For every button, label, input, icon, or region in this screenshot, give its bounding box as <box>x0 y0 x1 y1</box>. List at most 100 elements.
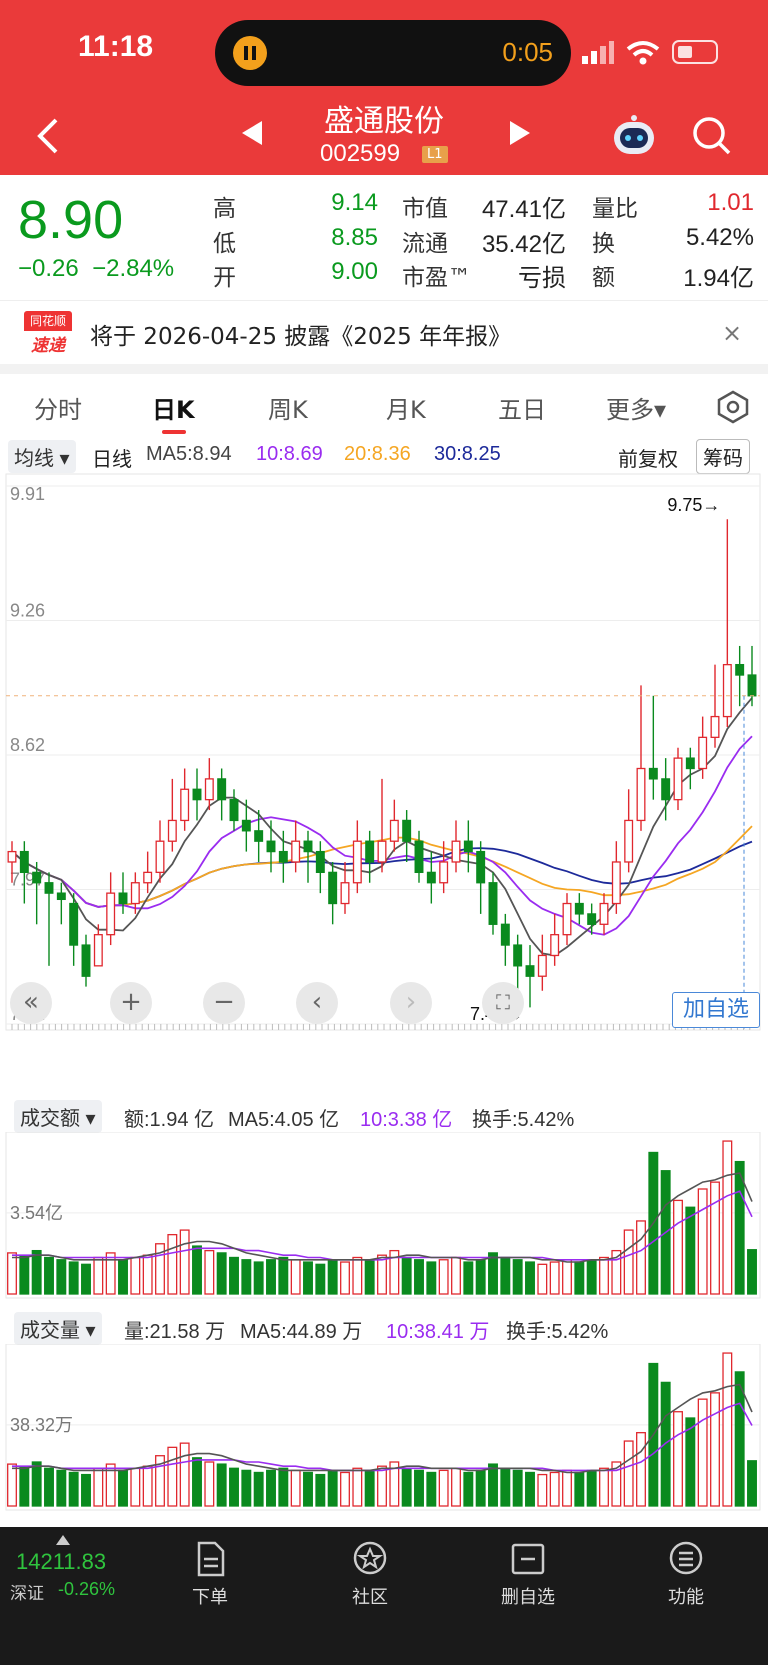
amount-indicator-selector[interactable]: 成交额 ▾ <box>14 1100 102 1133</box>
volume-bar <box>599 1256 609 1295</box>
candle-body <box>93 934 103 967</box>
volume-bar <box>673 1411 683 1507</box>
volume-bar <box>315 1473 326 1507</box>
robot-assistant-icon[interactable] <box>610 114 658 158</box>
candle-body <box>661 778 671 801</box>
mktcap-label: 市值 <box>402 196 448 222</box>
candle-body <box>377 840 387 863</box>
candle-body <box>56 892 66 901</box>
volume-bar <box>512 1259 523 1295</box>
volume-bar <box>216 1252 227 1295</box>
tab-daily-k[interactable]: 日K <box>152 390 195 425</box>
tab-intraday[interactable]: 分时 <box>34 390 82 425</box>
scroll-left-fast-button[interactable]: « <box>10 982 52 1024</box>
turnover-value: 5.42% <box>685 224 754 251</box>
turnover-label: 换 <box>592 231 615 257</box>
status-icons <box>582 38 732 68</box>
remove-favorite-icon <box>511 1543 545 1575</box>
tab-monthly-k[interactable]: 月K <box>386 390 426 425</box>
candle-body <box>402 819 412 842</box>
volume-bar <box>697 1398 708 1507</box>
volume-bar <box>352 1256 363 1295</box>
quote-panel: 8.90 −0.26 −2.84% 高 9.14 低 8.85 开 9.00 市… <box>0 175 768 300</box>
status-time: 11:18 <box>78 30 154 63</box>
tab-weekly-k[interactable]: 周K <box>268 390 308 425</box>
bottom-navigation: 14211.83 深证 -0.26% 下单 社区 删自选 功能 <box>0 1527 768 1665</box>
zoom-in-button[interactable]: + <box>110 982 152 1024</box>
volume-bar <box>241 1259 252 1295</box>
volume-bar <box>68 1471 79 1507</box>
high-value: 9.14 <box>331 189 378 216</box>
settings-hexagon-icon[interactable] <box>716 390 750 424</box>
volume-bar <box>549 1261 560 1295</box>
volume-bar <box>660 1381 671 1507</box>
volume-bar-chart[interactable]: 38.32万 <box>0 1344 768 1514</box>
candle-body <box>155 840 165 874</box>
volratio-value: 1.01 <box>707 189 754 216</box>
y-tick-label: 9.26 <box>10 601 45 621</box>
volume-bar <box>253 1471 264 1507</box>
fullscreen-icon[interactable]: ⛶ <box>482 982 524 1024</box>
pe-value: 亏损 <box>518 265 566 292</box>
volume-turnover: 换手:5.42% <box>506 1321 609 1343</box>
volume-bar <box>401 1256 412 1295</box>
volume-bar <box>636 1220 646 1295</box>
volume-bar <box>586 1259 597 1295</box>
candle-body <box>648 767 658 780</box>
pause-icon[interactable] <box>233 36 267 70</box>
candle-body <box>735 663 745 676</box>
next-stock-icon[interactable] <box>508 120 532 146</box>
candle-body <box>180 788 190 822</box>
tab-more[interactable]: 更多▾ <box>606 390 666 425</box>
amount-ma10: 10:3.38 亿 <box>360 1109 453 1131</box>
nav-order[interactable]: 下单 <box>170 1541 250 1609</box>
volume-bar <box>636 1432 646 1507</box>
chips-button[interactable]: 筹码 <box>696 439 750 474</box>
volume-bar <box>377 1465 387 1507</box>
candle-body <box>7 850 17 863</box>
index-value[interactable]: 14211.83 <box>16 1549 106 1575</box>
volume-bar <box>229 1467 239 1507</box>
ma-selector[interactable]: 均线 ▾ <box>8 440 76 473</box>
nav-functions[interactable]: 功能 <box>646 1541 726 1609</box>
volume-bar <box>747 1460 757 1507</box>
nav-community[interactable]: 社区 <box>330 1541 410 1609</box>
volume-bar <box>685 1206 696 1295</box>
volume-indicator-selector[interactable]: 成交量 ▾ <box>14 1312 102 1345</box>
amount-bar-chart[interactable]: 3.54亿 <box>0 1132 768 1302</box>
zoom-out-button[interactable]: − <box>203 982 245 1024</box>
volume-bar <box>44 1467 54 1507</box>
volume-today: 量:21.58 万 <box>124 1321 226 1343</box>
search-icon[interactable] <box>692 116 732 156</box>
volume-bar <box>512 1469 523 1507</box>
volume-bar <box>303 1261 313 1295</box>
candle-body <box>365 840 375 863</box>
volume-bar <box>340 1471 350 1507</box>
scroll-left-button[interactable]: ‹ <box>296 982 338 1024</box>
volume-bar <box>290 1469 301 1507</box>
candlestick-chart[interactable]: 9.919.268.627.977.329.75→7.48→2025-09-30… <box>0 472 768 1032</box>
adjust-mode[interactable]: 前复权 <box>618 443 678 472</box>
low-value: 8.85 <box>331 224 378 251</box>
volume-bar <box>537 1473 548 1507</box>
announcement-banner[interactable]: 同花顺 速递 将于 2026-04-25 披露《2025 年年报》 × <box>0 300 768 364</box>
add-favorite-button[interactable]: 加自选 <box>672 992 760 1028</box>
nav-remove-favorite[interactable]: 删自选 <box>488 1541 568 1609</box>
volume-bar <box>710 1181 720 1295</box>
volume-bar <box>278 1256 289 1295</box>
candle-body <box>439 861 449 884</box>
candle-body <box>722 663 732 718</box>
volume-bar <box>44 1256 54 1295</box>
volume-bar <box>414 1469 424 1507</box>
candle-body <box>463 840 473 853</box>
volume-bar <box>327 1259 338 1295</box>
volume-bar <box>710 1392 720 1507</box>
volume-bar <box>500 1256 511 1295</box>
scroll-right-button[interactable]: › <box>390 982 432 1024</box>
tab-five-day[interactable]: 五日 <box>498 390 546 425</box>
volume-bar <box>426 1471 437 1507</box>
candle-body <box>278 850 288 863</box>
recording-timer: 0:05 <box>502 37 553 67</box>
volume-bar <box>315 1263 326 1295</box>
close-icon[interactable]: × <box>722 319 742 347</box>
